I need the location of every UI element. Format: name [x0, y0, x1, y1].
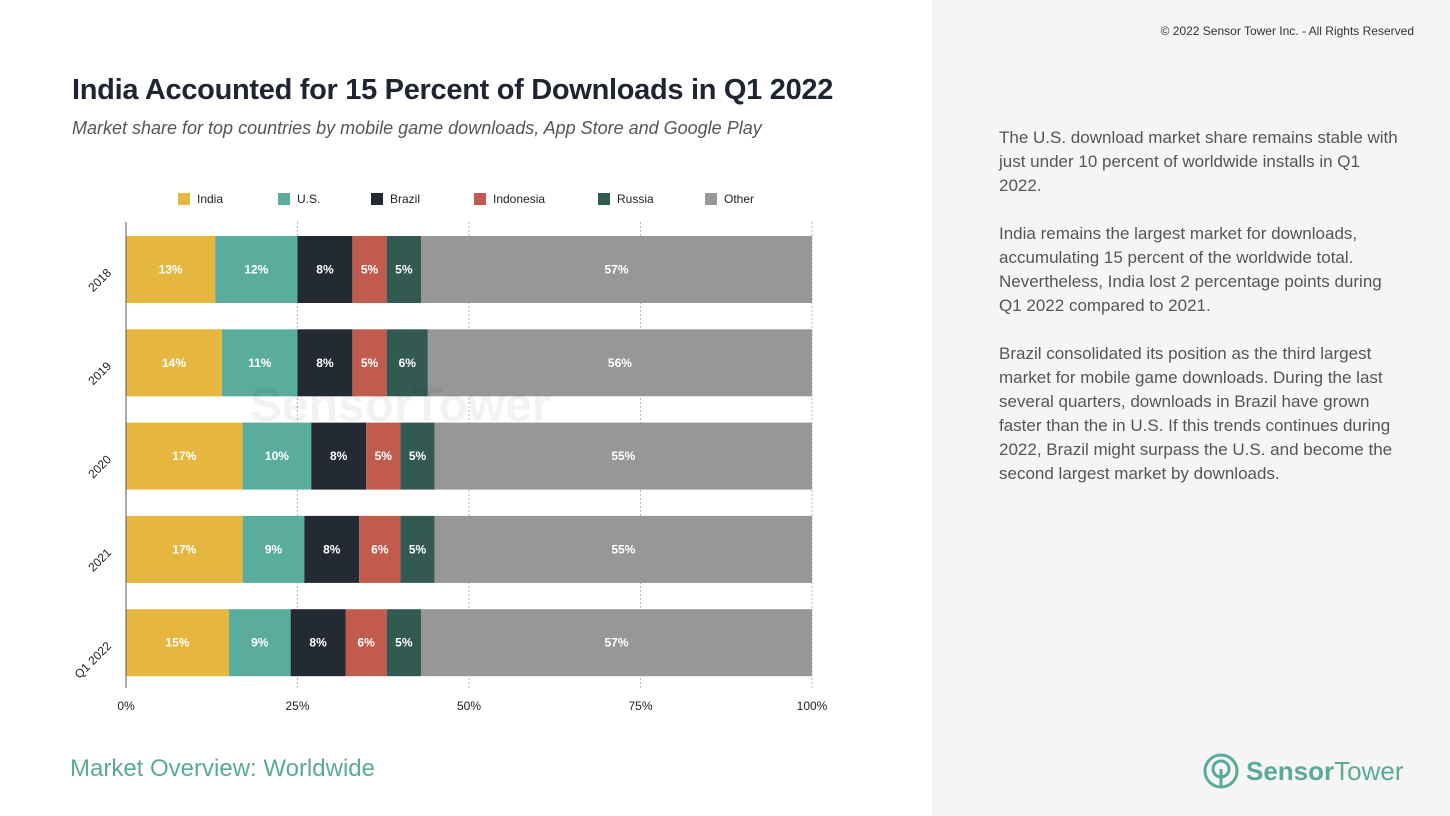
data-label: 5% [409, 449, 427, 463]
data-label: 55% [611, 542, 635, 556]
data-label: 8% [323, 542, 341, 556]
insight-paragraph: India remains the largest market for dow… [999, 224, 1382, 315]
data-label: 8% [316, 356, 334, 370]
data-label: 56% [608, 356, 632, 370]
data-label: 17% [172, 449, 196, 463]
copyright-notice: © 2022 Sensor Tower Inc. - All Rights Re… [1160, 24, 1414, 38]
data-label: 13% [159, 263, 183, 277]
y-category-label: 2018 [85, 265, 114, 294]
data-label: 6% [399, 356, 417, 370]
data-label: 9% [265, 542, 283, 556]
data-label: 8% [330, 449, 348, 463]
data-label: 5% [395, 636, 413, 650]
data-label: 5% [395, 263, 413, 277]
data-label: 5% [409, 542, 427, 556]
data-label: 5% [361, 263, 379, 277]
data-label: 6% [357, 636, 375, 650]
data-label: 9% [251, 636, 269, 650]
data-label: 17% [172, 542, 196, 556]
data-label: 8% [316, 263, 334, 277]
x-tick-label: 100% [797, 699, 828, 713]
x-tick-label: 25% [285, 699, 309, 713]
sensor-tower-logo: SensorTower [1202, 752, 1404, 790]
data-label: 8% [309, 636, 327, 650]
data-label: 57% [604, 636, 628, 650]
insight-paragraph: The U.S. download market share remains s… [999, 128, 1398, 195]
sensor-tower-logo-icon [1203, 753, 1239, 789]
y-category-label: 2020 [85, 452, 114, 481]
data-label: 10% [265, 449, 289, 463]
data-label: 12% [244, 263, 268, 277]
data-label: 57% [604, 263, 628, 277]
x-tick-label: 0% [117, 699, 135, 713]
data-label: 15% [165, 636, 189, 650]
chart-panel: India Accounted for 15 Percent of Downlo… [0, 0, 932, 816]
stacked-bar-chart: 0% 25% 50% 75% 100% 13% 12% 8% 5% 5% 57% 2018 14% 11%… [72, 222, 828, 713]
x-tick-label: 75% [628, 699, 652, 713]
insights-panel: © 2022 Sensor Tower Inc. - All Rights Re… [932, 0, 1450, 816]
y-category-label: Q1 2022 [72, 639, 115, 682]
section-label: Market Overview: Worldwide [70, 755, 375, 782]
x-tick-label: 50% [457, 699, 481, 713]
logo-wordmark: SensorTower [1246, 755, 1404, 786]
y-category-label: 2021 [85, 545, 114, 574]
y-category-label: 2019 [85, 359, 114, 388]
insight-paragraph: Brazil consolidated its position as the … [999, 344, 1393, 483]
data-label: 6% [371, 542, 389, 556]
data-label: 5% [361, 356, 379, 370]
data-label: 14% [162, 356, 186, 370]
data-label: 55% [611, 449, 635, 463]
data-label: 11% [248, 356, 272, 370]
data-label: 5% [375, 449, 393, 463]
insights-text: The U.S. download market share remains s… [999, 126, 1399, 510]
